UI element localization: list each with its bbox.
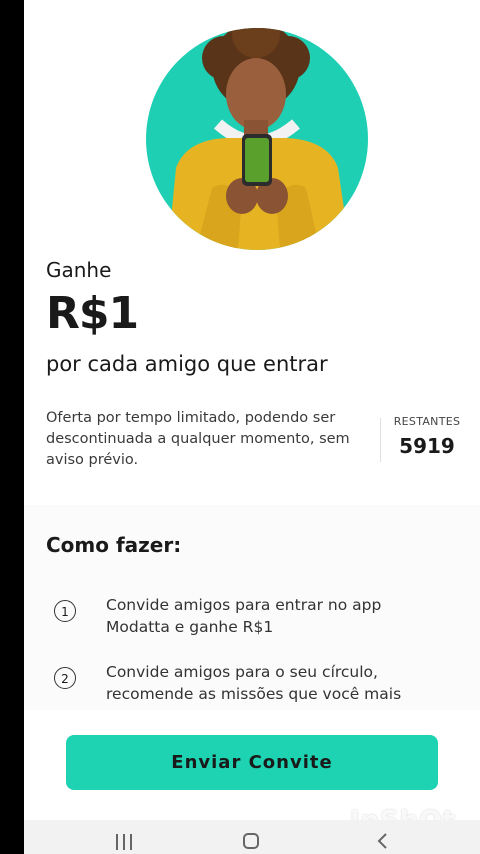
step-text: Convide amigos para entrar no app Modatt… [106,596,382,636]
reward-description: por cada amigo que entrar [46,352,328,376]
step-number: 2 [54,667,76,689]
divider [380,418,381,462]
step-text: Convide amigos para o seu círculo, recom… [106,663,402,703]
system-navigation-bar [24,820,480,854]
remaining-label: RESTANTES [393,415,461,428]
woman-with-phone-illustration [168,28,350,250]
home-icon[interactable] [243,833,259,849]
step-number: 1 [54,600,76,622]
offer-disclaimer: Oferta por tempo limitado, podendo ser d… [46,410,350,468]
how-to-section: Como fazer: 1 Convide amigos para entrar… [24,505,480,710]
reward-amount: R$1 [46,288,139,339]
hero-avatar [146,28,368,250]
promo-card: Ganhe R$1 por cada amigo que entrar Ofer… [24,0,480,505]
send-invite-button[interactable]: Enviar Convite [66,735,438,790]
app-screen: Ganhe R$1 por cada amigo que entrar Ofer… [24,0,480,854]
earn-label: Ganhe [46,258,112,282]
back-icon[interactable] [374,832,392,850]
remaining-count: 5919 [399,434,455,458]
cta-area: Enviar Convite [24,710,480,820]
recents-icon[interactable] [116,834,134,850]
how-to-title: Como fazer: [46,533,182,557]
